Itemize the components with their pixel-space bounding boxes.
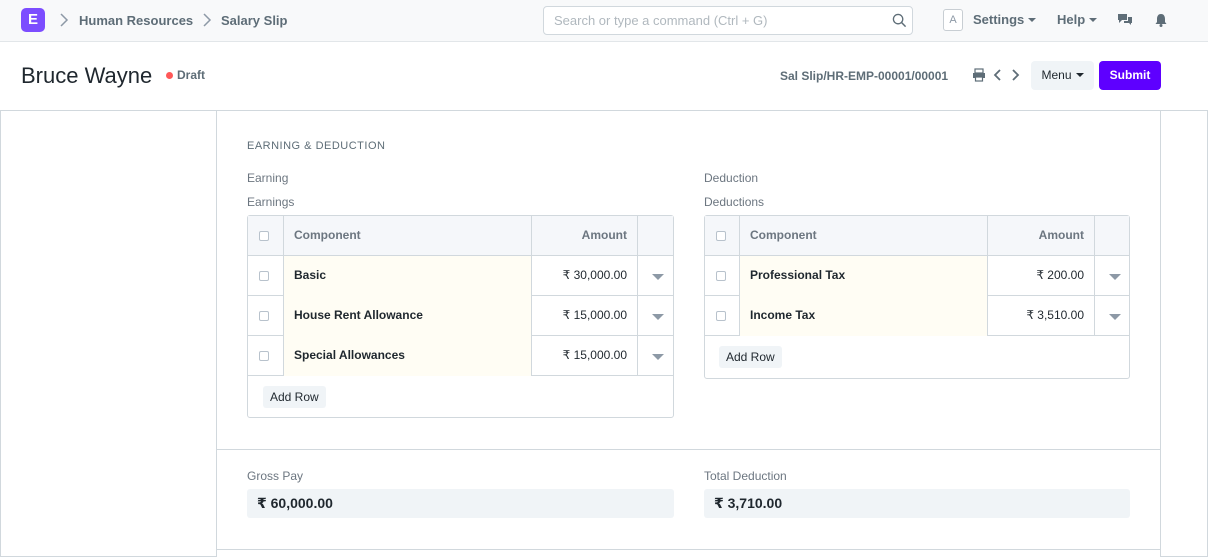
settings-label: Settings [973, 12, 1025, 27]
navbar: E Human Resources Salary Slip A Settings… [0, 0, 1208, 42]
app-logo[interactable]: E [21, 8, 45, 32]
table-row[interactable]: Income Tax ₹ 3,510.00 [705, 296, 1129, 336]
section-divider [217, 549, 1160, 550]
submit-button[interactable]: Submit [1099, 61, 1161, 90]
earnings-add-row-button[interactable]: Add Row [263, 386, 326, 408]
row-options-cell [638, 296, 673, 336]
search-bar [543, 6, 913, 35]
amount-cell[interactable]: ₹ 30,000.00 [532, 256, 638, 296]
amount-cell[interactable]: ₹ 3,510.00 [988, 296, 1095, 336]
gross-pay-value: ₹ 60,000.00 [247, 489, 674, 518]
component-cell[interactable]: Special Allowances [284, 336, 532, 376]
earning-label: Earning [247, 171, 289, 185]
caret-down-icon[interactable] [1109, 314, 1121, 320]
component-cell[interactable]: Basic [284, 256, 532, 296]
component-column-header: Component [740, 216, 988, 256]
row-options-cell [638, 256, 673, 296]
row-select-cell [248, 296, 284, 336]
search-input[interactable] [544, 7, 884, 34]
earnings-table-label: Earnings [247, 195, 295, 209]
breadcrumb-salary-slip[interactable]: Salary Slip [221, 13, 287, 28]
chat-icon[interactable] [1117, 12, 1133, 28]
row-checkbox[interactable] [716, 311, 726, 321]
caret-down-icon[interactable] [652, 274, 664, 280]
chevron-right-icon [60, 13, 69, 27]
select-all-cell [705, 216, 740, 256]
component-column-header: Component [284, 216, 532, 256]
bell-icon[interactable] [1153, 12, 1169, 28]
row-select-cell [705, 296, 740, 336]
status-badge: Draft [177, 68, 206, 82]
gross-pay-label: Gross Pay [247, 469, 304, 483]
table-row[interactable]: House Rent Allowance ₹ 15,000.00 [248, 296, 673, 336]
deductions-table-label: Deductions [704, 195, 765, 209]
menu-label: Menu [1041, 68, 1072, 82]
help-label: Help [1057, 12, 1086, 27]
caret-down-icon[interactable] [1109, 274, 1121, 280]
salary-slip-form: EARNING & DEDUCTION Earning Earnings Com… [216, 111, 1161, 557]
caret-down-icon[interactable] [652, 314, 664, 320]
settings-dropdown[interactable]: Settings [973, 12, 1037, 27]
row-options-cell [1095, 296, 1129, 336]
row-options-cell [638, 336, 673, 376]
table-row[interactable]: Basic ₹ 30,000.00 [248, 256, 673, 296]
printer-icon[interactable] [972, 68, 986, 82]
row-select-cell [248, 256, 284, 296]
table-header: Component Amount [705, 216, 1129, 256]
chevron-right-icon[interactable] [1008, 68, 1022, 82]
help-dropdown[interactable]: Help [1057, 12, 1098, 27]
component-cell[interactable]: Professional Tax [740, 256, 988, 296]
document-id: Sal Slip/HR-EMP-00001/00001 [780, 69, 949, 83]
amount-cell[interactable]: ₹ 15,000.00 [532, 296, 638, 336]
total-deduction-label: Total Deduction [704, 469, 787, 483]
row-options-cell [1095, 256, 1129, 296]
select-all-cell [248, 216, 284, 256]
row-checkbox[interactable] [259, 311, 269, 321]
amount-column-header: Amount [988, 216, 1095, 256]
select-all-checkbox[interactable] [716, 231, 726, 241]
page-head: Bruce Wayne Draft Sal Slip/HR-EMP-00001/… [0, 42, 1208, 111]
table-row[interactable]: Professional Tax ₹ 200.00 [705, 256, 1129, 296]
total-deduction-value: ₹ 3,710.00 [704, 489, 1130, 518]
chevron-right-icon [203, 13, 212, 27]
section-divider [217, 449, 1160, 450]
caret-down-icon[interactable] [652, 354, 664, 360]
caret-down-icon [1089, 17, 1098, 22]
row-select-cell [705, 256, 740, 296]
breadcrumb-human-resources[interactable]: Human Resources [79, 13, 193, 28]
user-avatar[interactable]: A [943, 9, 963, 31]
row-select-cell [248, 336, 284, 376]
menu-button[interactable]: Menu [1031, 61, 1094, 90]
amount-cell[interactable]: ₹ 200.00 [988, 256, 1095, 296]
amount-cell[interactable]: ₹ 15,000.00 [532, 336, 638, 376]
caret-down-icon [1028, 17, 1037, 22]
table-row[interactable]: Special Allowances ₹ 15,000.00 [248, 336, 673, 376]
status-indicator-dot [166, 72, 173, 79]
deductions-table: Component Amount Professional Tax ₹ 200.… [704, 215, 1130, 379]
component-cell[interactable]: House Rent Allowance [284, 296, 532, 336]
chevron-left-icon[interactable] [991, 68, 1005, 82]
component-cell[interactable]: Income Tax [740, 296, 988, 336]
row-checkbox[interactable] [716, 271, 726, 281]
table-header: Component Amount [248, 216, 673, 256]
deduction-label: Deduction [704, 171, 759, 185]
page-title: Bruce Wayne [21, 63, 153, 88]
row-checkbox[interactable] [259, 351, 269, 361]
deductions-add-row-button[interactable]: Add Row [719, 346, 782, 368]
amount-column-header: Amount [532, 216, 638, 256]
caret-down-icon [1075, 72, 1084, 77]
search-icon[interactable] [892, 13, 907, 28]
section-heading: EARNING & DEDUCTION [247, 140, 386, 152]
select-all-checkbox[interactable] [259, 231, 269, 241]
row-checkbox[interactable] [259, 271, 269, 281]
earnings-table: Component Amount Basic ₹ 30,000.00 House… [247, 215, 674, 418]
